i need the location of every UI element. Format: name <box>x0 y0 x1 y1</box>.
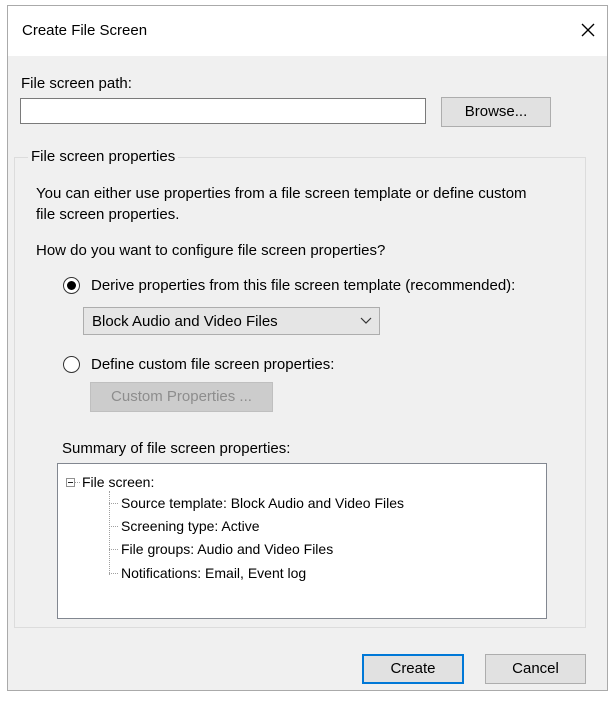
template-select[interactable]: Block Audio and Video Files <box>83 307 380 335</box>
tree-connector <box>109 549 118 550</box>
tree-item: Source template: Block Audio and Video F… <box>121 495 405 511</box>
tree-connector <box>109 573 118 574</box>
radio-custom-label[interactable]: Define custom file screen properties: <box>91 356 334 373</box>
tree-root: File screen: <box>82 474 155 490</box>
tree-connector <box>109 503 118 504</box>
tree-item: Notifications: Email, Event log <box>121 565 307 581</box>
custom-properties-button[interactable]: Custom Properties ... <box>90 382 273 412</box>
close-icon[interactable] <box>575 17 601 43</box>
dialog-title: Create File Screen <box>22 22 148 39</box>
template-select-value: Block Audio and Video Files <box>92 313 278 330</box>
configure-question: How do you want to configure file screen… <box>36 242 386 259</box>
create-button[interactable]: Create <box>362 654 464 684</box>
radio-custom[interactable] <box>63 356 80 373</box>
tree-connector <box>109 526 118 527</box>
chevron-down-icon <box>360 317 372 324</box>
summary-tree[interactable]: File screen: Source template: Block Audi… <box>57 463 547 619</box>
file-screen-path-input[interactable] <box>20 98 426 124</box>
cancel-button[interactable]: Cancel <box>485 654 586 684</box>
radio-selected-dot <box>67 281 76 290</box>
description-line-2: file screen properties. <box>36 206 180 223</box>
file-screen-path-label: File screen path: <box>21 75 132 92</box>
tree-item: Screening type: Active <box>121 518 260 534</box>
radio-template-label[interactable]: Derive properties from this file screen … <box>91 277 515 294</box>
tree-connector <box>75 482 80 483</box>
description-line-1: You can either use properties from a fil… <box>36 185 527 202</box>
tree-item: File groups: Audio and Video Files <box>121 541 334 557</box>
title-bar: Create File Screen <box>8 6 607 56</box>
summary-label: Summary of file screen properties: <box>62 440 291 457</box>
radio-template[interactable] <box>63 277 80 294</box>
collapse-icon[interactable] <box>66 478 75 487</box>
group-label: File screen properties <box>28 148 179 165</box>
browse-button[interactable]: Browse... <box>441 97 551 127</box>
